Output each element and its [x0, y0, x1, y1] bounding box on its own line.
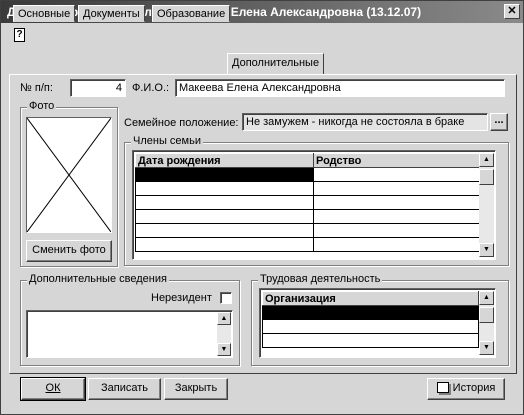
marital-status-label: Семейное положение: — [124, 117, 239, 129]
marital-status-field[interactable]: Не замужем - никогда не состояла в браке — [242, 113, 488, 131]
save-button[interactable]: Записать — [88, 378, 161, 400]
scroll-up-icon[interactable]: ▲ — [479, 291, 494, 305]
change-photo-button[interactable]: Сменить фото — [26, 240, 112, 262]
tab-label: Образование — [157, 8, 226, 20]
tab-additional[interactable]: Дополнительные — [227, 53, 325, 74]
table-row[interactable] — [135, 223, 480, 238]
photo-group-title: Фото — [27, 100, 57, 112]
ok-button-label: ОК — [45, 382, 61, 394]
family-members-table[interactable]: Дата рождения Родство ▲ ▼ — [132, 150, 496, 260]
ok-button[interactable]: ОК — [20, 377, 86, 401]
additional-info-group-title: Дополнительные сведения — [27, 273, 169, 285]
marital-status-select-button[interactable]: ... — [490, 113, 508, 131]
work-scrollbar[interactable]: ▲ ▼ — [479, 291, 494, 355]
history-icon — [436, 382, 449, 393]
work-activity-table[interactable]: Организация ▲ ▼ — [259, 288, 496, 358]
dialog-window: Данные о физическом лице:Макеева Елена А… — [0, 0, 524, 415]
scroll-thumb[interactable] — [479, 169, 494, 185]
photo-placeholder — [26, 117, 112, 233]
tab-label: Дополнительные — [232, 57, 320, 69]
table-row[interactable] — [135, 167, 480, 182]
nonresident-checkbox[interactable] — [220, 292, 232, 304]
help-icon[interactable]: ? — [14, 28, 25, 42]
scroll-up-icon[interactable]: ▲ — [479, 153, 494, 167]
scroll-down-icon[interactable]: ▼ — [479, 243, 494, 257]
family-table: Дата рождения Родство — [135, 153, 480, 252]
history-button-label: История — [452, 382, 496, 394]
fio-field[interactable]: Макеева Елена Александровна — [175, 79, 505, 97]
table-row[interactable] — [135, 237, 480, 252]
tab-main[interactable]: Основные — [13, 5, 76, 22]
table-row[interactable] — [135, 195, 480, 210]
family-scrollbar[interactable]: ▲ ▼ — [479, 153, 494, 257]
table-row[interactable] — [135, 181, 480, 196]
number-label: № п/п: — [20, 82, 53, 94]
tab-label: Документы — [83, 8, 140, 20]
column-birth-date[interactable]: Дата рождения — [135, 153, 314, 168]
scroll-up-icon[interactable]: ▲ — [217, 312, 231, 325]
history-button[interactable]: История — [427, 378, 505, 400]
table-row[interactable] — [135, 209, 480, 224]
column-relation[interactable]: Родство — [313, 153, 480, 168]
close-icon: ✕ — [507, 5, 517, 17]
tab-education[interactable]: Образование — [152, 5, 231, 22]
scroll-down-icon[interactable]: ▼ — [217, 343, 231, 356]
empty-photo-icon — [26, 117, 112, 233]
scroll-down-icon[interactable]: ▼ — [479, 341, 494, 355]
table-row[interactable] — [262, 319, 479, 334]
column-organization[interactable]: Организация — [262, 291, 479, 306]
table-row[interactable] — [262, 333, 479, 348]
close-button[interactable]: Закрыть — [164, 378, 228, 400]
number-field[interactable]: 4 — [70, 79, 126, 97]
table-row[interactable] — [262, 305, 479, 320]
scroll-thumb[interactable] — [479, 307, 494, 323]
work-table: Организация — [262, 291, 479, 348]
tab-label: Основные — [18, 8, 71, 20]
family-members-group-title: Члены семьи — [131, 135, 203, 147]
nonresident-label: Нерезидент — [151, 292, 212, 304]
additional-info-textarea[interactable] — [26, 310, 233, 358]
tab-documents[interactable]: Документы — [78, 5, 145, 22]
close-window-button[interactable]: ✕ — [504, 4, 520, 19]
fio-label: Ф.И.О.: — [132, 82, 170, 94]
additional-info-scrollbar[interactable]: ▲ ▼ — [217, 312, 231, 356]
work-activity-group-title: Трудовая деятельность — [258, 273, 383, 285]
